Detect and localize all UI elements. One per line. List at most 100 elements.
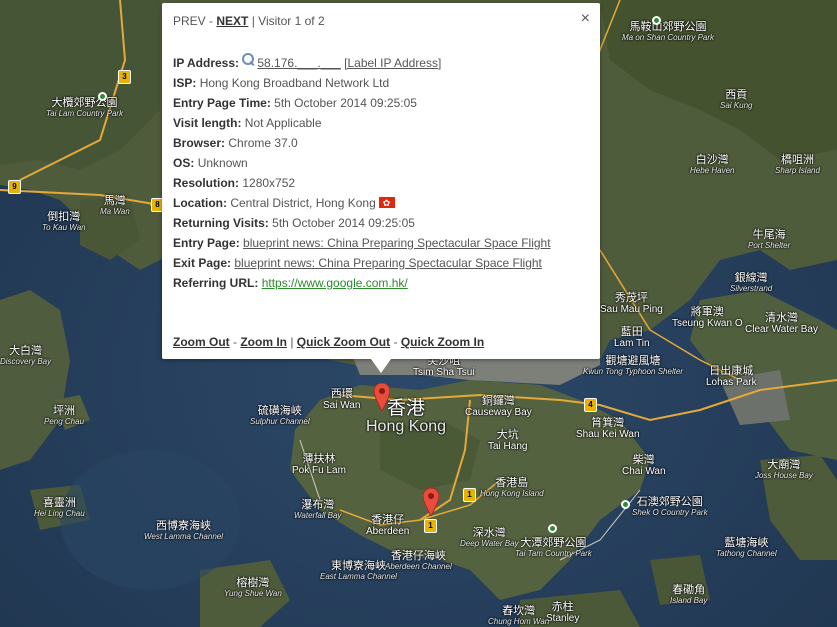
label-sai-wan: 西環 Sai Wan <box>323 388 361 411</box>
label-sulphur-channel: 硫磺海峽 Sulphur Channel <box>250 405 310 426</box>
os-label: OS: <box>173 156 195 170</box>
entry-page-row: Entry Page: blueprint news: China Prepar… <box>173 235 551 255</box>
label-port-shelter: 牛尾海 Port Shelter <box>748 229 791 250</box>
label-chai-wan: 柴灣 Chai Wan <box>622 454 666 477</box>
prev-link[interactable]: PREV <box>173 14 206 28</box>
label-ma-on-shan: 馬鞍山郊野公園 Ma on Shan Country Park <box>622 21 715 42</box>
search-icon[interactable] <box>242 53 255 65</box>
visitor-navigation: PREV - NEXT | Visitor 1 of 2 <box>173 14 325 28</box>
label-ma-wan: 馬灣 Ma Wan <box>100 195 130 216</box>
entry-time-label: Entry Page Time: <box>173 96 271 110</box>
quick-zoom-out-link[interactable]: Quick Zoom Out <box>297 335 390 349</box>
zoom-out-link[interactable]: Zoom Out <box>173 335 230 349</box>
label-east-lamma: 東博寮海峽 East Lamma Channel <box>320 560 397 581</box>
visitor-details: IP Address: 58.176.___.___ [Label IP Add… <box>173 53 551 295</box>
label-waterfall-bay: 瀑布灣 Waterfall Bay <box>294 499 342 520</box>
label-tsim-sha-tsui: 尖沙咀 Tsim Sha Tsui <box>413 355 475 378</box>
label-silverstrand: 銀線灣 Silverstrand <box>730 272 773 293</box>
label-ip-link[interactable]: [Label IP Address] <box>344 56 441 70</box>
entry-time-row: Entry Page Time: 5th October 2014 09:25:… <box>173 95 551 115</box>
label-stanley: 赤柱 Stanley <box>546 601 580 624</box>
exit-page-link[interactable]: blueprint news: China Preparing Spectacu… <box>234 256 542 270</box>
location-label: Location: <box>173 196 227 210</box>
label-sau-mau-ping: 秀茂坪 Sau Mau Ping <box>600 292 663 315</box>
resolution-value: 1280x752 <box>242 176 296 190</box>
zoom-controls: Zoom Out - Zoom In | Quick Zoom Out - Qu… <box>173 335 484 349</box>
label-hk-island: 香港島 Hong Kong Island <box>480 477 544 498</box>
label-deep-water-bay: 深水灣 Deep Water Bay <box>460 527 519 548</box>
label-shek-o: 石澳郊野公園 Shek O Country Park <box>632 496 708 517</box>
label-west-lamma: 西博寮海峽 West Lamma Channel <box>144 520 223 541</box>
park-icon <box>548 524 557 533</box>
label-tai-hang: 大坑 Tai Hang <box>488 429 528 452</box>
resolution-label: Resolution: <box>173 176 239 190</box>
label-tai-lam: 大欖郊野公園 Tai Lam Country Park <box>46 97 124 118</box>
label-pok-fu-lam: 薄扶林 Pok Fu Lam <box>292 453 346 476</box>
label-sharp-island: 橋咀洲 Sharp Island <box>775 154 820 175</box>
label-discovery-bay: 大白灣 Discovery Bay <box>0 345 52 366</box>
route-shield: 1 <box>463 488 476 502</box>
label-tseung-kwan-o: 將軍澳 Tseung Kwan O <box>672 306 743 329</box>
label-shau-kei-wan: 筲箕灣 Shau Kei Wan <box>576 417 640 440</box>
exit-page-label: Exit Page: <box>173 256 232 270</box>
referring-link[interactable]: https://www.google.com.hk/ <box>262 276 408 290</box>
route-shield: 3 <box>118 70 131 84</box>
browser-row: Browser: Chrome 37.0 <box>173 135 551 155</box>
park-icon <box>652 16 661 25</box>
label-causeway-bay: 銅鑼灣 Causeway Bay <box>465 395 532 418</box>
returning-value: 5th October 2014 09:25:05 <box>272 216 415 230</box>
visitor-marker-icon[interactable] <box>374 383 390 411</box>
route-shield: 4 <box>584 398 597 412</box>
isp-label: ISP: <box>173 76 197 90</box>
label-clear-water-bay: 清水灣 Clear Water Bay <box>745 312 818 335</box>
label-lohas-park: 日出康城 Lohas Park <box>706 365 757 388</box>
label-hei-ling-chau: 喜靈洲 Hei Ling Chau <box>34 497 85 518</box>
visitor-counter: | Visitor 1 of 2 <box>248 14 325 28</box>
hong-kong-flag-icon <box>378 195 395 211</box>
label-tai-tam: 大潭郊野公園 Tai Tam Country Park <box>515 537 592 558</box>
ip-row: IP Address: 58.176.___.___ [Label IP Add… <box>173 53 551 75</box>
separator: - <box>229 335 241 349</box>
quick-zoom-in-link[interactable]: Quick Zoom In <box>401 335 484 349</box>
close-icon[interactable]: × <box>581 10 590 28</box>
separator: - <box>390 335 401 349</box>
visit-length-label: Visit length: <box>173 116 242 130</box>
label-lam-tin: 藍田 Lam Tin <box>614 326 650 349</box>
visitor-marker-icon[interactable] <box>423 488 439 516</box>
visit-length-row: Visit length: Not Applicable <box>173 115 551 135</box>
park-icon <box>98 92 107 101</box>
referring-row: Referring URL: https://www.google.com.hk… <box>173 275 551 295</box>
browser-label: Browser: <box>173 136 226 150</box>
os-row: OS: Unknown <box>173 155 551 175</box>
location-row: Location: Central District, Hong Kong <box>173 195 551 215</box>
resolution-row: Resolution: 1280x752 <box>173 175 551 195</box>
nav-separator: - <box>205 14 217 28</box>
ip-label: IP Address: <box>173 56 240 70</box>
entry-page-label: Entry Page: <box>173 236 240 250</box>
os-value: Unknown <box>197 156 248 170</box>
next-link[interactable]: NEXT <box>216 14 248 28</box>
label-sai-kung: 西貢 Sai Kung <box>720 89 753 110</box>
route-shield: 1 <box>424 519 437 533</box>
label-aberdeen: 香港仔 Aberdeen <box>366 514 410 537</box>
visitor-info-popup: PREV - NEXT | Visitor 1 of 2 × IP Addres… <box>162 3 600 373</box>
label-to-kau-wan: 倒扣灣 To Kau Wan <box>42 211 86 232</box>
ip-value[interactable]: 58.176.___.___ <box>257 56 340 70</box>
separator: | <box>287 335 297 349</box>
returning-row: Returning Visits: 5th October 2014 09:25… <box>173 215 551 235</box>
location-value: Central District, Hong Kong <box>230 196 376 210</box>
visit-length-value: Not Applicable <box>244 116 322 130</box>
entry-page-link[interactable]: blueprint news: China Preparing Spectacu… <box>243 236 551 250</box>
browser-value: Chrome 37.0 <box>228 136 298 150</box>
label-hebe-haven: 白沙灣 Hebe Haven <box>690 154 735 175</box>
referring-label: Referring URL: <box>173 276 259 290</box>
label-chung-hom: 舂坎灣 Chung Hom Wan <box>488 605 550 626</box>
label-island-bay: 春磡角 Island Bay <box>670 584 708 605</box>
zoom-in-link[interactable]: Zoom In <box>240 335 287 349</box>
isp-value: Hong Kong Broadband Network Ltd <box>199 76 390 90</box>
park-icon <box>621 500 630 509</box>
label-peng-chau: 坪洲 Peng Chau <box>44 405 85 426</box>
isp-row: ISP: Hong Kong Broadband Network Ltd <box>173 75 551 95</box>
label-tathong: 藍塘海峽 Tathong Channel <box>716 537 777 558</box>
entry-time-value: 5th October 2014 09:25:05 <box>274 96 417 110</box>
